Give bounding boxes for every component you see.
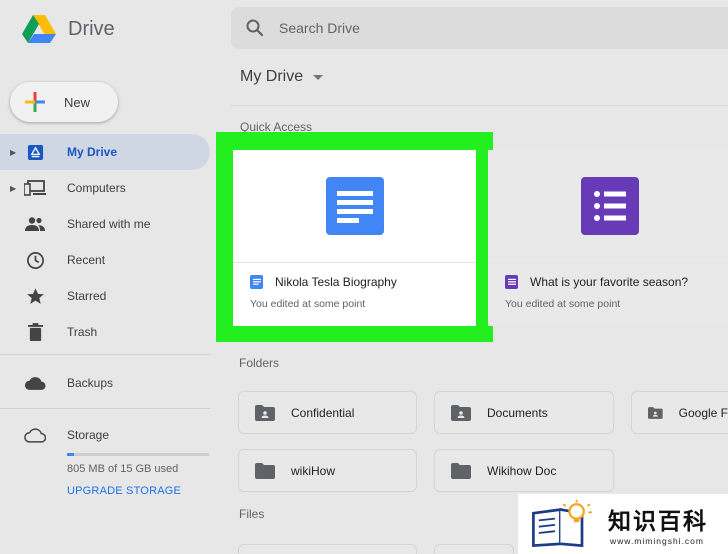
folder-icon	[451, 462, 471, 479]
card-thumbnail	[488, 150, 728, 262]
file-subtitle: You edited at some point	[505, 298, 621, 310]
folder-item[interactable]: Wikihow Doc	[434, 449, 614, 492]
folder-name: wikiHow	[291, 463, 336, 478]
shared-folder-icon	[648, 406, 663, 419]
sidebar-item-shared-with-me[interactable]: Shared with me	[0, 206, 210, 242]
page-title: My Drive	[240, 68, 304, 85]
files-label: Files	[239, 507, 265, 521]
storage-progress-bar	[67, 453, 209, 456]
folder-icon	[255, 462, 275, 479]
plus-icon	[25, 92, 45, 112]
chevron-down-icon	[313, 74, 324, 80]
watermark-text: 知识百科	[608, 508, 708, 534]
watermark: 知识百科 www.mimingshi.com	[518, 494, 728, 554]
new-button[interactable]: New	[10, 82, 118, 122]
quick-access-card[interactable]: What is your favorite season? You edited…	[488, 150, 728, 326]
docs-mini-icon	[250, 275, 263, 289]
file-item-partial[interactable]	[238, 544, 417, 554]
file-name: What is your favorite season?	[530, 275, 689, 289]
folder-item[interactable]: Google F	[631, 391, 728, 434]
drive-logo-icon	[22, 15, 56, 43]
storage-progress-fill	[67, 453, 75, 456]
folder-name: Confidential	[291, 405, 355, 420]
search-icon[interactable]	[245, 18, 265, 38]
shared-folder-icon	[451, 404, 471, 421]
folder-item[interactable]: Confidential	[238, 391, 417, 434]
storage-label: Storage	[67, 428, 110, 442]
file-item-partial[interactable]	[434, 544, 514, 554]
google-docs-icon	[325, 177, 384, 235]
folder-name: Documents	[487, 405, 548, 420]
my-drive-dropdown[interactable]: My Drive	[240, 68, 324, 86]
folder-name: Google F	[678, 405, 728, 420]
sidebar-item-label: Starred	[67, 289, 107, 303]
app-name: Drive	[68, 17, 115, 40]
card-title: Nikola Tesla Biography	[250, 275, 397, 289]
sidebar-item-my-drive[interactable]: ▶ My Drive	[0, 134, 210, 170]
my-drive-icon	[24, 141, 46, 163]
header-divider	[231, 105, 728, 106]
shared-folder-icon	[255, 404, 275, 421]
upgrade-storage-link[interactable]: UPGRADE STORAGE	[67, 485, 181, 497]
sidebar-item-label: Recent	[67, 253, 106, 267]
star-icon	[24, 285, 46, 307]
sidebar-item-label: My Drive	[67, 145, 118, 159]
folder-item[interactable]: Documents	[434, 391, 614, 434]
watermark-url: www.mimingshi.com	[610, 536, 704, 546]
new-button-label: New	[64, 94, 91, 110]
sidebar-item-backups[interactable]: Backups	[0, 365, 210, 401]
card-divider	[233, 262, 476, 263]
sidebar-item-trash[interactable]: Trash	[0, 314, 210, 350]
expand-caret-icon[interactable]: ▶	[10, 184, 16, 193]
file-name: Nikola Tesla Biography	[275, 275, 397, 289]
quick-access-card[interactable]: Nikola Tesla Biography You edited at som…	[233, 150, 476, 326]
sidebar-nav: ▶ My Drive ▶ Computers Shared with me Re…	[0, 134, 210, 350]
sidebar-item-label: Shared with me	[67, 217, 151, 231]
card-divider	[488, 262, 728, 263]
drive-logo[interactable]: Drive	[22, 12, 115, 46]
search-bar[interactable]	[231, 7, 728, 49]
storage-used-text: 805 MB of 15 GB used	[67, 463, 179, 475]
sidebar-item-label: Trash	[67, 325, 98, 339]
folder-item[interactable]: wikiHow	[238, 449, 417, 492]
backups-label: Backups	[67, 376, 114, 390]
shared-icon	[24, 213, 46, 235]
storage-section[interactable]: Storage 805 MB of 15 GB used UPGRADE STO…	[0, 420, 210, 497]
sidebar-divider	[0, 354, 210, 355]
folder-name: Wikihow Doc	[487, 463, 557, 478]
sidebar-item-computers[interactable]: ▶ Computers	[0, 170, 210, 206]
search-input[interactable]	[279, 20, 699, 36]
card-thumbnail	[233, 150, 476, 262]
file-subtitle: You edited at some point	[250, 298, 366, 310]
sidebar-divider	[0, 408, 210, 409]
cloud-icon	[24, 372, 46, 394]
clock-icon	[24, 249, 46, 271]
cloud-outline-icon	[24, 424, 46, 446]
expand-caret-icon[interactable]: ▶	[10, 148, 16, 157]
forms-mini-icon	[505, 275, 518, 289]
book-lightbulb-icon	[532, 499, 592, 548]
google-forms-icon	[580, 177, 639, 235]
computers-icon	[24, 177, 46, 199]
sidebar-item-recent[interactable]: Recent	[0, 242, 210, 278]
sidebar-item-label: Computers	[67, 181, 126, 195]
folders-label: Folders	[239, 356, 280, 370]
card-title: What is your favorite season?	[505, 275, 688, 289]
trash-icon	[24, 321, 46, 343]
sidebar-item-starred[interactable]: Starred	[0, 278, 210, 314]
storage-row[interactable]: Storage	[0, 420, 210, 450]
